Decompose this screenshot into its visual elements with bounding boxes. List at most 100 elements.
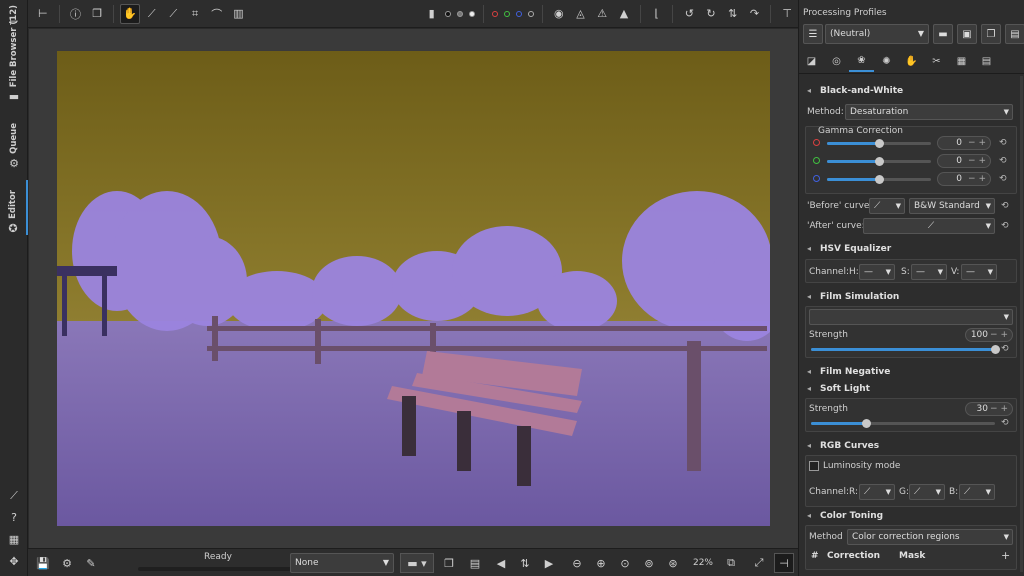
rotate-left-button[interactable]: ↺ [679, 4, 699, 24]
tab-meta[interactable]: ▤ [974, 50, 999, 72]
move-button[interactable]: ✥ [0, 552, 28, 568]
flip-horizontal-button[interactable]: ↷ [745, 4, 765, 24]
paste-profile-button[interactable]: ▤ [466, 553, 484, 573]
reset-icon[interactable]: ⟲ [999, 156, 1007, 166]
copy-profile-button[interactable]: ❐ [981, 24, 1001, 44]
send-to-editor-button[interactable]: ✎ [82, 553, 100, 573]
zoom-fit-button[interactable]: ⊚ [640, 553, 658, 573]
rgb-b-curve[interactable]: ⟋ ▼ [959, 484, 995, 500]
gamma-slider[interactable] [827, 139, 931, 148]
tab-local[interactable]: ✋ [899, 50, 924, 72]
info-button[interactable]: ⓘ [66, 4, 86, 24]
zoom-100-button[interactable]: ⊙ [616, 553, 634, 573]
new-detail-window-button[interactable]: ⧉ [722, 553, 740, 573]
gamma-spin[interactable]: 0 − + [937, 154, 991, 168]
softproof-button[interactable]: ◬ [571, 4, 591, 24]
color-picker-button[interactable]: ⟋ [164, 4, 184, 24]
film-sim-header[interactable]: ◂ Film Simulation [799, 289, 1024, 305]
copy-profile-button[interactable]: ❐ [440, 553, 458, 573]
save-profile-button[interactable]: ▣ [957, 24, 977, 44]
channel-blue-dot[interactable] [516, 10, 523, 17]
wand-button[interactable]: ⟋ [0, 486, 28, 502]
channel-green-dot[interactable] [504, 10, 511, 17]
profile-select-button[interactable]: ▬ ▾ [400, 553, 434, 573]
sync-button[interactable]: ⇅ [516, 553, 534, 573]
toggle-right-panel-button[interactable]: ⊣ [774, 553, 794, 573]
rgb-curves-header[interactable]: ◂ RGB Curves [799, 438, 1024, 454]
bw-header[interactable]: ◂ Black-and-White [799, 83, 1024, 99]
background-color-button[interactable]: ▮ [422, 4, 442, 24]
add-region-button[interactable]: + [1001, 549, 1010, 562]
before-after-button[interactable]: ❐ [87, 4, 107, 24]
luminosity-checkbox[interactable] [809, 461, 819, 471]
snapshot-select[interactable]: None ▼ [290, 553, 394, 573]
reset-icon[interactable]: ⟲ [1001, 201, 1009, 211]
film-sim-strength-spin[interactable]: 100− + [965, 328, 1013, 342]
channel-red-dot[interactable] [492, 10, 499, 17]
gamut-warning-button[interactable]: ⚠ [592, 4, 612, 24]
profile-select[interactable]: (Neutral) ▼ [825, 24, 929, 44]
crop-button[interactable]: ⌗ [185, 4, 205, 24]
perspective-button[interactable]: ▥ [229, 4, 249, 24]
toning-method-select[interactable]: Color correction regions ▼ [847, 529, 1013, 545]
queue-add-button[interactable]: ⚙ [58, 553, 76, 573]
focus-mask-button[interactable]: ◉ [549, 4, 569, 24]
straighten-button[interactable]: ⌒ [207, 4, 227, 24]
prev-image-button[interactable]: ◀ [492, 553, 510, 573]
reset-icon[interactable]: ⟲ [1001, 418, 1009, 428]
soft-light-strength-slider[interactable] [811, 419, 995, 428]
hsv-s-curve[interactable]: — ▼ [911, 264, 947, 280]
flip-vertical-button[interactable]: ⇅ [723, 4, 743, 24]
bg-black-dot[interactable] [445, 10, 452, 17]
bg-gray-dot[interactable] [457, 10, 464, 17]
hsv-header[interactable]: ◂ HSV Equalizer [799, 241, 1024, 257]
tab-raw[interactable]: ▦ [949, 50, 974, 72]
wb-picker-button[interactable]: ⟋ [142, 4, 162, 24]
tab-advanced[interactable]: ✺ [874, 50, 899, 72]
hide-toolbar-button[interactable]: ⊤ [777, 4, 797, 24]
tab-transform[interactable]: ✂ [924, 50, 949, 72]
film-sim-select[interactable]: ▼ [809, 309, 1013, 325]
next-image-button[interactable]: ▶ [540, 553, 558, 573]
reset-icon[interactable]: ⟲ [1001, 221, 1009, 231]
clip-warning-button[interactable]: ▲ [614, 4, 634, 24]
gamma-slider[interactable] [827, 175, 931, 184]
load-profile-button[interactable]: ▬ [933, 24, 953, 44]
fullscreen-button[interactable]: ⤢ [750, 553, 768, 573]
hand-tool-button[interactable]: ✋ [120, 3, 140, 24]
hsv-h-curve[interactable]: — ▼ [859, 264, 895, 280]
tab-file-browser[interactable]: File Browser (12) ▬ [0, 5, 28, 103]
paste-profile-button[interactable]: ▤ [1005, 24, 1024, 44]
reset-icon[interactable]: ⟲ [1001, 344, 1009, 354]
gamma-slider[interactable] [827, 157, 931, 166]
film-negative-header[interactable]: ◂ Film Negative [799, 364, 1024, 380]
soft-light-header[interactable]: ◂ Soft Light [799, 381, 1024, 397]
save-button[interactable]: 💾 [34, 553, 52, 573]
reset-icon[interactable]: ⟲ [999, 174, 1007, 184]
fullscreen-button[interactable]: ▦ [0, 530, 28, 546]
zoom-out-button[interactable]: ⊖ [568, 553, 586, 573]
tab-color[interactable]: ❀ [849, 50, 874, 72]
after-curve-select[interactable]: ⟋ ▼ [863, 218, 995, 234]
before-curve-select[interactable]: B&W Standard ▼ [909, 198, 995, 214]
panel-scrollbar[interactable] [1020, 76, 1023, 572]
rgb-r-curve[interactable]: ⟋ ▼ [859, 484, 895, 500]
gamma-spin[interactable]: 0 − + [937, 172, 991, 186]
channel-lum-dot[interactable] [528, 10, 534, 17]
gamma-spin[interactable]: 0 − + [937, 136, 991, 150]
zoom-fit-crop-button[interactable]: ⊛ [664, 553, 682, 573]
image-canvas[interactable] [29, 29, 798, 548]
color-toning-header[interactable]: ◂ Color Toning [799, 508, 1024, 524]
tab-exposure[interactable]: ◪ [799, 50, 824, 72]
hide-history-button[interactable]: ⊢ [33, 4, 53, 24]
zoom-in-button[interactable]: ⊕ [592, 553, 610, 573]
help-button[interactable]: ? [0, 508, 28, 524]
film-sim-strength-slider[interactable] [811, 345, 1000, 354]
histogram-button[interactable]: ⌊ [647, 4, 667, 24]
bg-white-dot[interactable] [469, 10, 476, 17]
tab-queue[interactable]: Queue ⚙ [0, 115, 28, 170]
hsv-v-curve[interactable]: — ▼ [961, 264, 997, 280]
tab-editor[interactable]: Editor ✪ [0, 180, 28, 235]
tab-details[interactable]: ◎ [824, 50, 849, 72]
bw-method-select[interactable]: Desaturation ▼ [845, 104, 1013, 120]
